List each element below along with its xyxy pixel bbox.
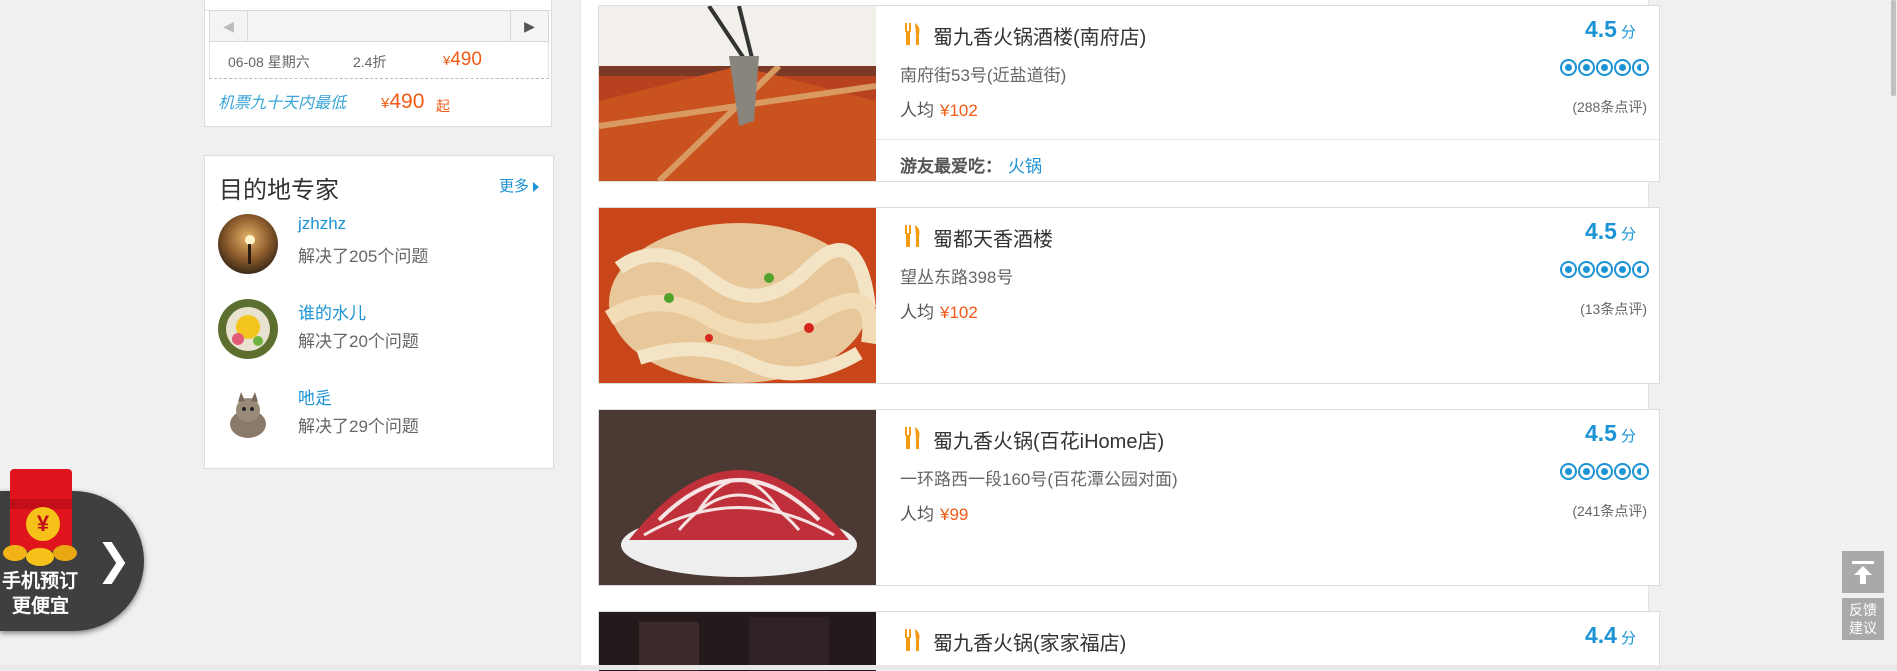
divider (876, 139, 1659, 140)
rating-dot-icon (1614, 261, 1631, 278)
rating-dot-icon (1578, 463, 1595, 480)
restaurant-photo[interactable] (599, 612, 876, 671)
scrollbar[interactable] (1889, 0, 1897, 670)
review-count[interactable]: (288条点评) (1572, 97, 1647, 117)
rating-stars (1560, 261, 1649, 278)
avg-price: 人均 ¥99 (900, 505, 969, 524)
rating-dot-icon (1578, 261, 1595, 278)
feedback-label-2: 建议 (1849, 620, 1877, 636)
rating-dot-icon (1560, 463, 1577, 480)
arrow-up-icon (1852, 561, 1874, 584)
expert-name[interactable]: jzhzhz (298, 214, 346, 234)
restaurant-card[interactable]: 蜀都天香酒楼 望丛东路398号 人均 ¥102 4.5 分 (13条点评) (598, 207, 1660, 384)
expert-item[interactable]: 谁的水儿 解决了20个问题 (218, 299, 538, 371)
restaurant-photo[interactable] (599, 410, 876, 585)
restaurant-card[interactable]: 蜀九香火锅(百花iHome店) 一环路西一段160号(百花潭公园对面) 人均 ¥9… (598, 409, 1660, 586)
score: 4.5 分 (1585, 218, 1636, 244)
rating-dot-icon (1560, 261, 1577, 278)
expert-item[interactable]: 吔辵 解决了29个问题 (218, 384, 538, 456)
restaurant-card[interactable]: 蜀九香火锅酒楼(南府店) 南府街53号(近盐道街) 人均 ¥102 4.5 分 (2… (598, 5, 1660, 182)
avatar[interactable] (218, 299, 278, 359)
expert-name[interactable]: 谁的水儿 (298, 299, 366, 324)
coins-icon (3, 545, 77, 566)
destination-experts-box: 目的地专家 更多 jzhzhz 解决了205个问题 谁的水儿 解决了20个问题 (204, 155, 554, 469)
rating-dot-icon (1614, 463, 1631, 480)
expert-name[interactable]: 吔辵 (298, 384, 332, 409)
prev-arrow-icon[interactable]: ◀ (210, 11, 248, 41)
expert-solved: 解决了29个问题 (298, 417, 419, 436)
score: 4.5 分 (1585, 16, 1636, 42)
restaurant-photo[interactable] (599, 208, 876, 383)
expert-solved: 解决了20个问题 (298, 332, 419, 351)
restaurant-address: 南府街53号(近盐道街) (900, 66, 1067, 85)
experts-title: 目的地专家 (219, 177, 339, 204)
rating-dot-icon (1596, 463, 1613, 480)
expert-item[interactable]: jzhzhz 解决了205个问题 (218, 214, 538, 286)
fork-knife-icon (905, 427, 920, 449)
more-link[interactable]: 更多 (499, 175, 539, 196)
feedback-button[interactable]: 反馈 建议 (1842, 598, 1884, 640)
restaurant-name[interactable]: 蜀都天香酒楼 (933, 223, 1053, 252)
review-count[interactable]: (241条点评) (1572, 501, 1647, 521)
restaurant-name[interactable]: 蜀九香火锅(百花iHome店) (933, 425, 1164, 454)
restaurant-photo[interactable] (599, 6, 876, 181)
promo-line1: 手机预订 (2, 571, 79, 592)
next-arrow-icon[interactable]: ▶ (510, 11, 548, 41)
rating-dot-icon (1578, 59, 1595, 76)
avg-price: 人均 ¥102 (900, 101, 978, 120)
flight-discount: 2.4折 (353, 54, 387, 70)
promo-price[interactable]: ¥490 (381, 90, 424, 114)
flight-date: 06-08 星期六 (228, 54, 310, 70)
promo-suffix: 起 (436, 98, 450, 114)
rating-dot-icon (1614, 59, 1631, 76)
review-count[interactable]: (13条点评) (1580, 299, 1647, 319)
fork-knife-icon (905, 23, 920, 45)
mobile-booking-promo[interactable]: ¥ 手机预订 更便宜 ❯ (0, 463, 150, 633)
fork-knife-icon (905, 629, 920, 651)
rating-half-dot-icon (1632, 261, 1649, 278)
fork-knife-icon (905, 225, 920, 247)
restaurant-card[interactable]: 蜀九香火锅(家家福店) 4.4 分 (598, 611, 1660, 671)
score: 4.4 分 (1585, 622, 1636, 648)
score: 4.5 分 (1585, 420, 1636, 446)
horizontal-scrollbar[interactable] (0, 665, 1897, 670)
rating-dot-icon (1560, 59, 1577, 76)
avatar[interactable] (218, 384, 278, 444)
date-slider: ◀ ▶ (209, 10, 549, 42)
expert-solved: 解决了205个问题 (298, 247, 429, 266)
restaurant-address: 一环路西一段160号(百花潭公园对面) (900, 470, 1178, 489)
avatar[interactable] (218, 214, 278, 274)
restaurant-name[interactable]: 蜀九香火锅酒楼(南府店) (933, 21, 1146, 50)
favorite-dish: 游友最爱吃： 火锅 (900, 157, 1042, 176)
rating-stars (1560, 463, 1649, 480)
promo-line2: 更便宜 (12, 596, 70, 617)
avg-price: 人均 ¥102 (900, 303, 978, 322)
favorite-dish-link[interactable]: 火锅 (1008, 157, 1042, 176)
rating-stars (1560, 59, 1649, 76)
rating-half-dot-icon (1632, 463, 1649, 480)
back-to-top-button[interactable] (1842, 551, 1884, 593)
flight-price: ¥490 (443, 49, 482, 70)
chevron-right-icon[interactable]: ❯ (96, 539, 131, 581)
scrollbar-thumb[interactable] (1891, 0, 1896, 96)
flight-date-row[interactable]: 06-08 星期六 2.4折 ¥490 (209, 42, 549, 79)
triangle-right-icon (533, 182, 539, 193)
feedback-label-1: 反馈 (1849, 602, 1877, 618)
rating-dot-icon (1596, 59, 1613, 76)
restaurant-address: 望丛东路398号 (900, 268, 1014, 287)
flight-price-box: ◀ ▶ 06-08 星期六 2.4折 ¥490 机票九十天内最低 ¥490 起 (204, 0, 552, 127)
restaurant-name[interactable]: 蜀九香火锅(家家福店) (933, 627, 1126, 656)
rating-half-dot-icon (1632, 59, 1649, 76)
promo-text[interactable]: 机票九十天内最低 (218, 89, 346, 113)
rating-dot-icon (1596, 261, 1613, 278)
